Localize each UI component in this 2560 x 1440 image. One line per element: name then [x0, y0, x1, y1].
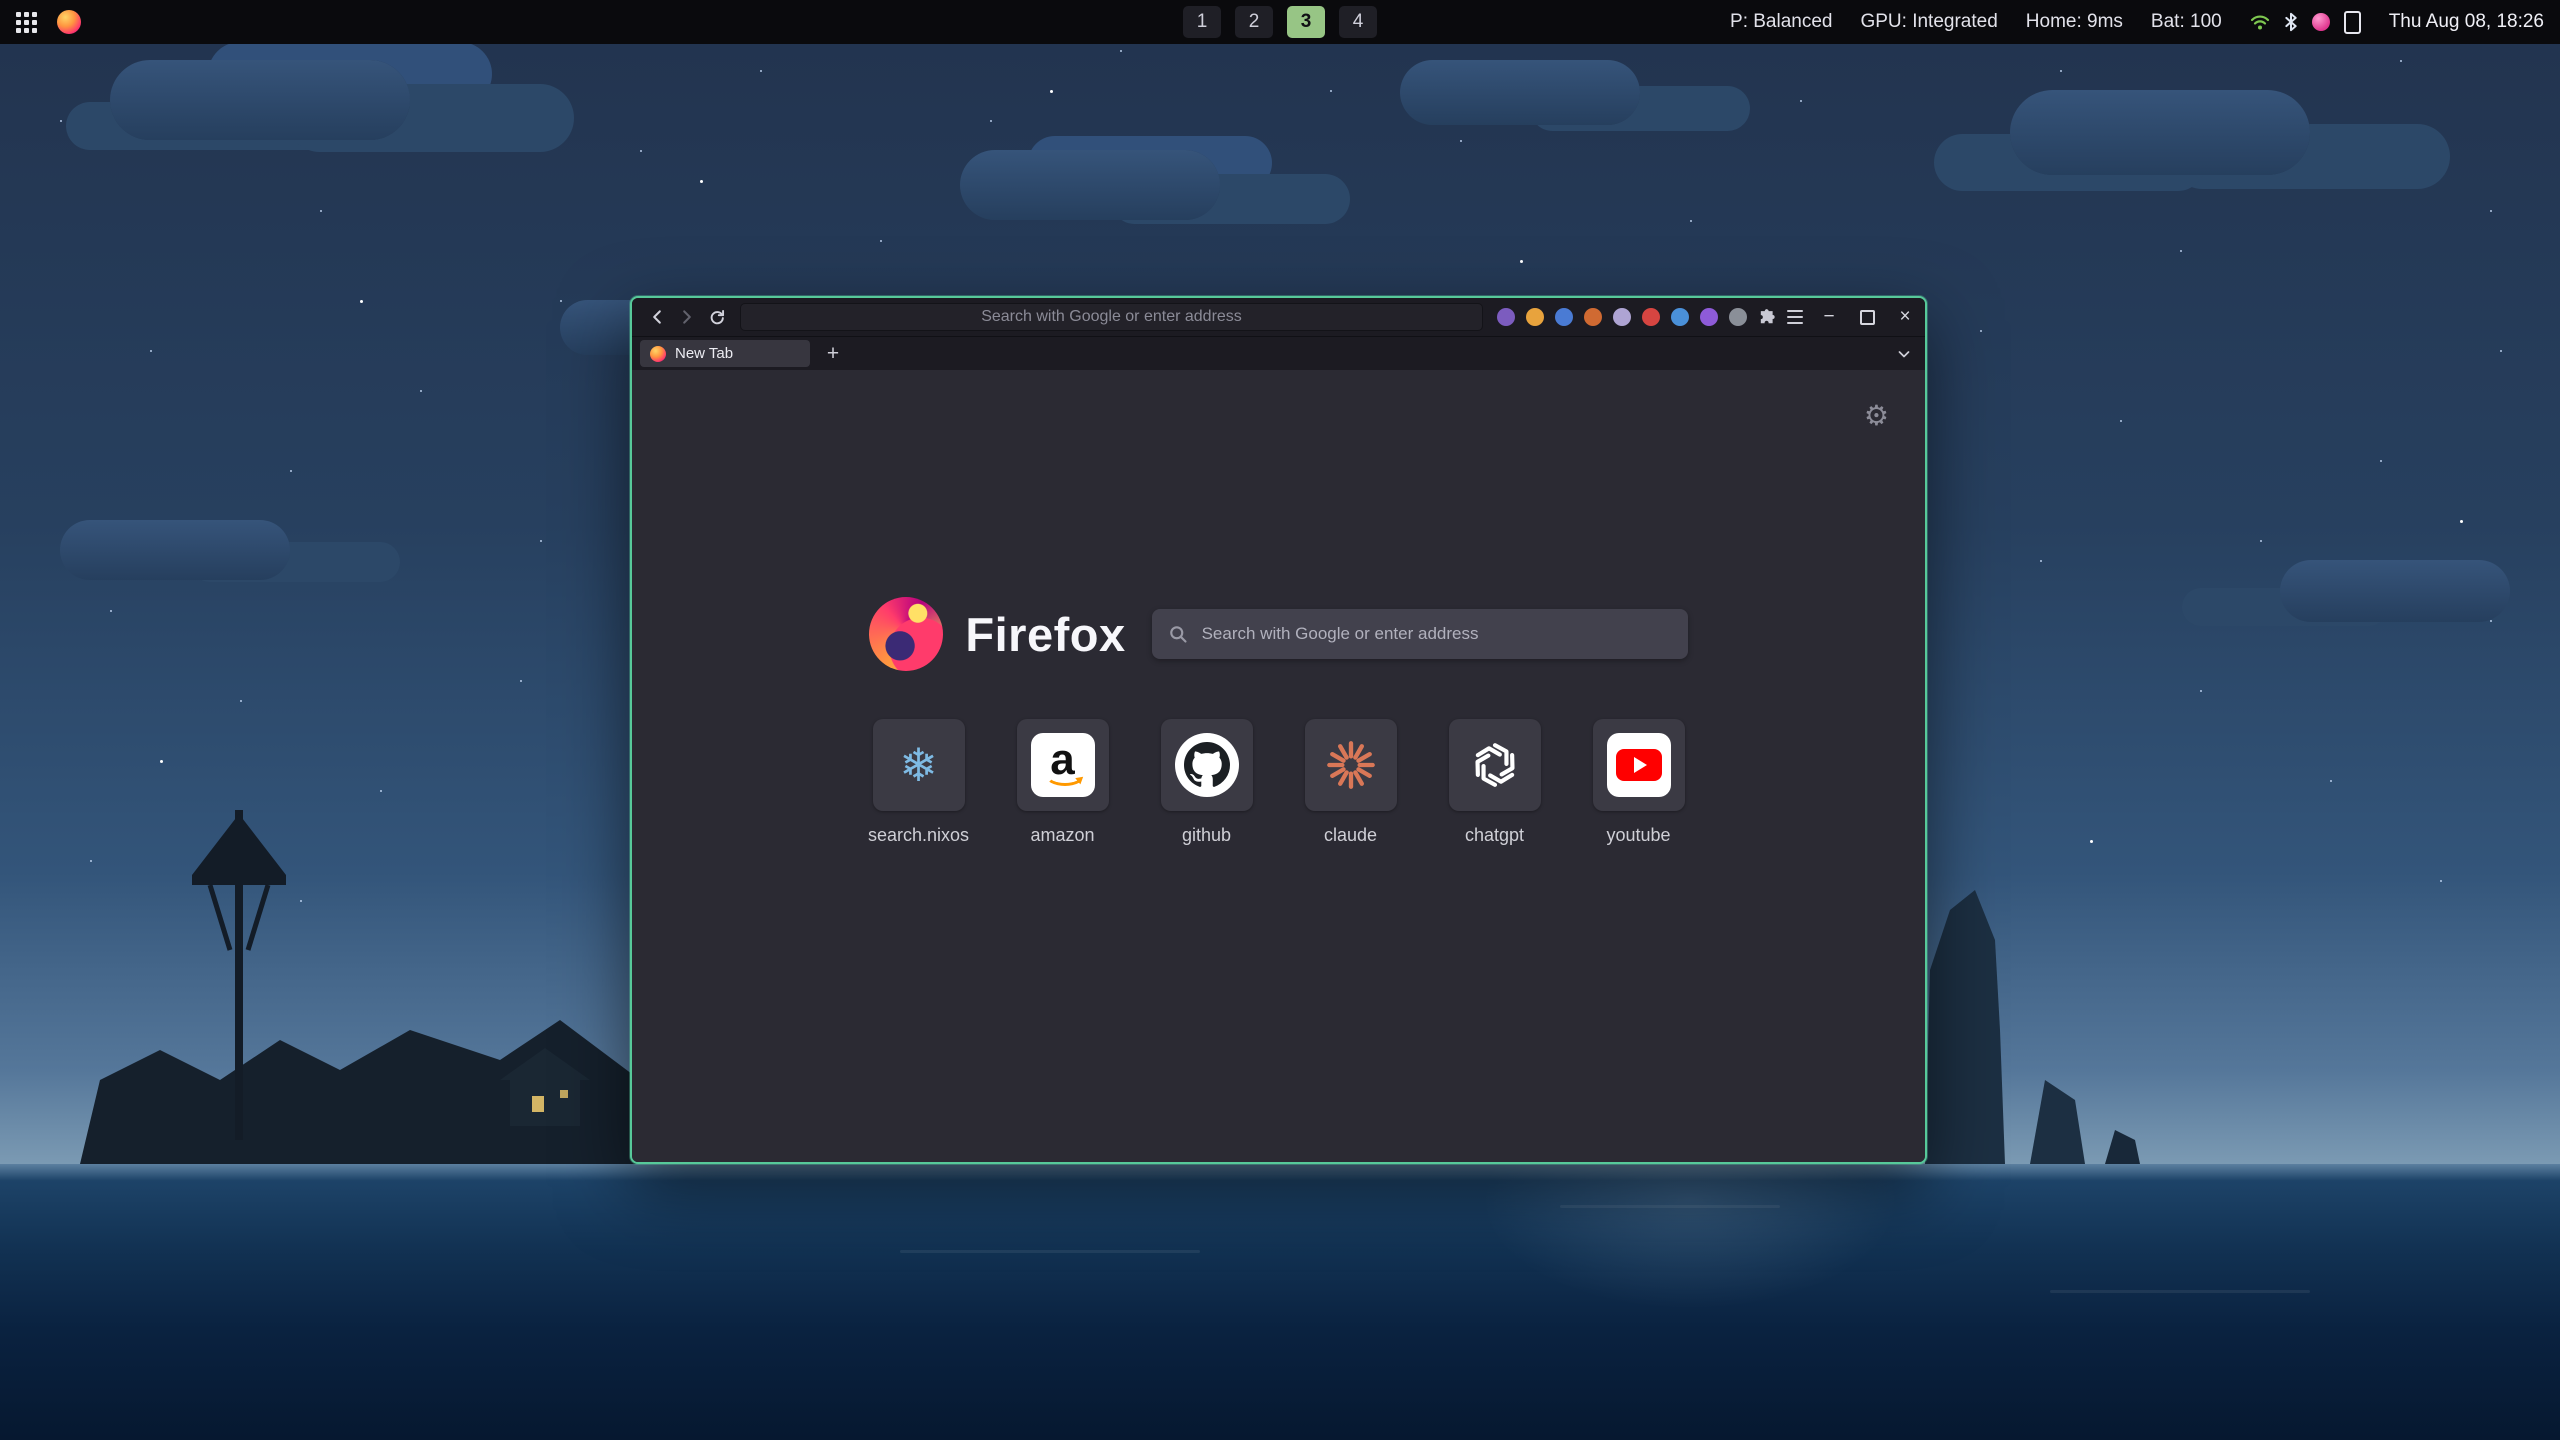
cloud: [2280, 560, 2510, 622]
shortcut-label: search.nixos: [868, 825, 969, 846]
puzzle-icon: [1758, 308, 1776, 326]
back-button[interactable]: [642, 302, 672, 332]
menu-button[interactable]: [1781, 303, 1809, 331]
shortcut-claude[interactable]: claude: [1305, 719, 1397, 846]
workspace-4[interactable]: 4: [1339, 6, 1377, 38]
workspace-switcher: 1 2 3 4: [1183, 6, 1377, 38]
workspace-1[interactable]: 1: [1183, 6, 1221, 38]
water-streak: [1560, 1205, 1780, 1208]
logo-search-row: Firefox: [869, 597, 1687, 671]
clock[interactable]: Thu Aug 08, 18:26: [2389, 11, 2544, 33]
shortcut-label: github: [1182, 825, 1231, 846]
cloud: [110, 60, 410, 140]
water-streak: [2050, 1290, 2310, 1293]
tray-app-icon[interactable]: [2312, 13, 2330, 31]
extension-icon-2[interactable]: [1526, 308, 1544, 326]
firefox-window: − × New Tab + ⚙ Fire: [630, 296, 1927, 1164]
extension-icon-9[interactable]: [1729, 308, 1747, 326]
shortcut-github[interactable]: github: [1161, 719, 1253, 846]
maximize-button[interactable]: [1857, 307, 1877, 327]
reload-icon: [708, 308, 726, 326]
firefox-favicon: [650, 346, 666, 362]
shortcut-tiles: ❄ search.nixos a amazon: [873, 719, 1685, 846]
new-tab-button[interactable]: +: [820, 341, 846, 367]
shortcut-label: claude: [1324, 825, 1377, 846]
minimize-button[interactable]: −: [1819, 307, 1839, 327]
extension-icon-7[interactable]: [1671, 308, 1689, 326]
extension-icon-4[interactable]: [1584, 308, 1602, 326]
list-all-tabs-button[interactable]: [1891, 341, 1917, 367]
personalize-gear-icon[interactable]: ⚙: [1864, 402, 1889, 430]
search-icon: [1168, 624, 1188, 644]
forward-icon: [678, 308, 696, 326]
firefox-wordmark: Firefox: [965, 607, 1125, 662]
workspace-3[interactable]: 3: [1287, 6, 1325, 38]
extension-icon-1[interactable]: [1497, 308, 1515, 326]
shortcut-label: youtube: [1606, 825, 1670, 846]
youtube-icon: [1607, 733, 1671, 797]
workspace-2[interactable]: 2: [1235, 6, 1273, 38]
shortcut-chatgpt[interactable]: chatgpt: [1449, 719, 1541, 846]
system-tray: [2250, 11, 2361, 34]
cloud: [960, 150, 1220, 220]
tab-new-tab[interactable]: New Tab: [640, 340, 810, 367]
window-controls: − ×: [1819, 307, 1915, 327]
extension-icons: [1497, 308, 1747, 326]
shortcut-youtube[interactable]: youtube: [1593, 719, 1685, 846]
cloud: [1400, 60, 1640, 125]
close-button[interactable]: ×: [1895, 307, 1915, 327]
shortcut-label: chatgpt: [1465, 825, 1524, 846]
extension-icon-5[interactable]: [1613, 308, 1631, 326]
home-latency-status: Home: 9ms: [2026, 11, 2123, 33]
firefox-taskbar-icon[interactable]: [57, 10, 81, 34]
newtab-page: ⚙ Firefox ❄: [632, 370, 1925, 1162]
extensions-button[interactable]: [1753, 303, 1781, 331]
chevron-down-icon: [1896, 346, 1912, 362]
app-launcher-icon[interactable]: [16, 12, 37, 33]
wifi-icon[interactable]: [2250, 13, 2270, 31]
top-bar: 1 2 3 4 P: Balanced GPU: Integrated Home…: [0, 0, 2560, 44]
github-octocat-icon: [1175, 733, 1239, 797]
openai-knot-icon: [1470, 740, 1520, 790]
tab-bar: New Tab +: [632, 336, 1925, 370]
maximize-icon: [1860, 310, 1875, 325]
claude-starburst-icon: [1325, 739, 1377, 791]
water-streak: [900, 1250, 1200, 1253]
extension-icon-8[interactable]: [1700, 308, 1718, 326]
forward-button[interactable]: [672, 302, 702, 332]
shortcut-label: amazon: [1030, 825, 1094, 846]
gpu-status: GPU: Integrated: [1860, 11, 1997, 33]
extension-icon-3[interactable]: [1555, 308, 1573, 326]
tab-title: New Tab: [675, 345, 733, 362]
cloud: [2010, 90, 2310, 175]
cloud: [60, 520, 290, 580]
extension-icon-6[interactable]: [1642, 308, 1660, 326]
newtab-search-input[interactable]: [1200, 623, 1672, 645]
amazon-icon: a: [1031, 733, 1095, 797]
firefox-logo-icon: [869, 597, 943, 671]
shortcut-amazon[interactable]: a amazon: [1017, 719, 1109, 846]
hamburger-icon: [1787, 310, 1803, 324]
newtab-search-box[interactable]: [1152, 609, 1688, 659]
browser-toolbar: − ×: [632, 298, 1925, 336]
device-icon[interactable]: [2344, 11, 2361, 34]
newtab-main: Firefox ❄ search.nixos: [632, 597, 1925, 846]
back-icon: [648, 308, 666, 326]
shortcut-search-nixos[interactable]: ❄ search.nixos: [873, 719, 965, 846]
wallpaper-ocean: [0, 1164, 2560, 1440]
power-profile-status: P: Balanced: [1730, 11, 1832, 33]
desktop: 1 2 3 4 P: Balanced GPU: Integrated Home…: [0, 0, 2560, 1440]
battery-status: Bat: 100: [2151, 11, 2222, 33]
bluetooth-icon[interactable]: [2284, 12, 2298, 32]
nixos-snowflake-icon: ❄: [899, 742, 938, 788]
url-bar[interactable]: [740, 303, 1483, 331]
reload-button[interactable]: [702, 302, 732, 332]
